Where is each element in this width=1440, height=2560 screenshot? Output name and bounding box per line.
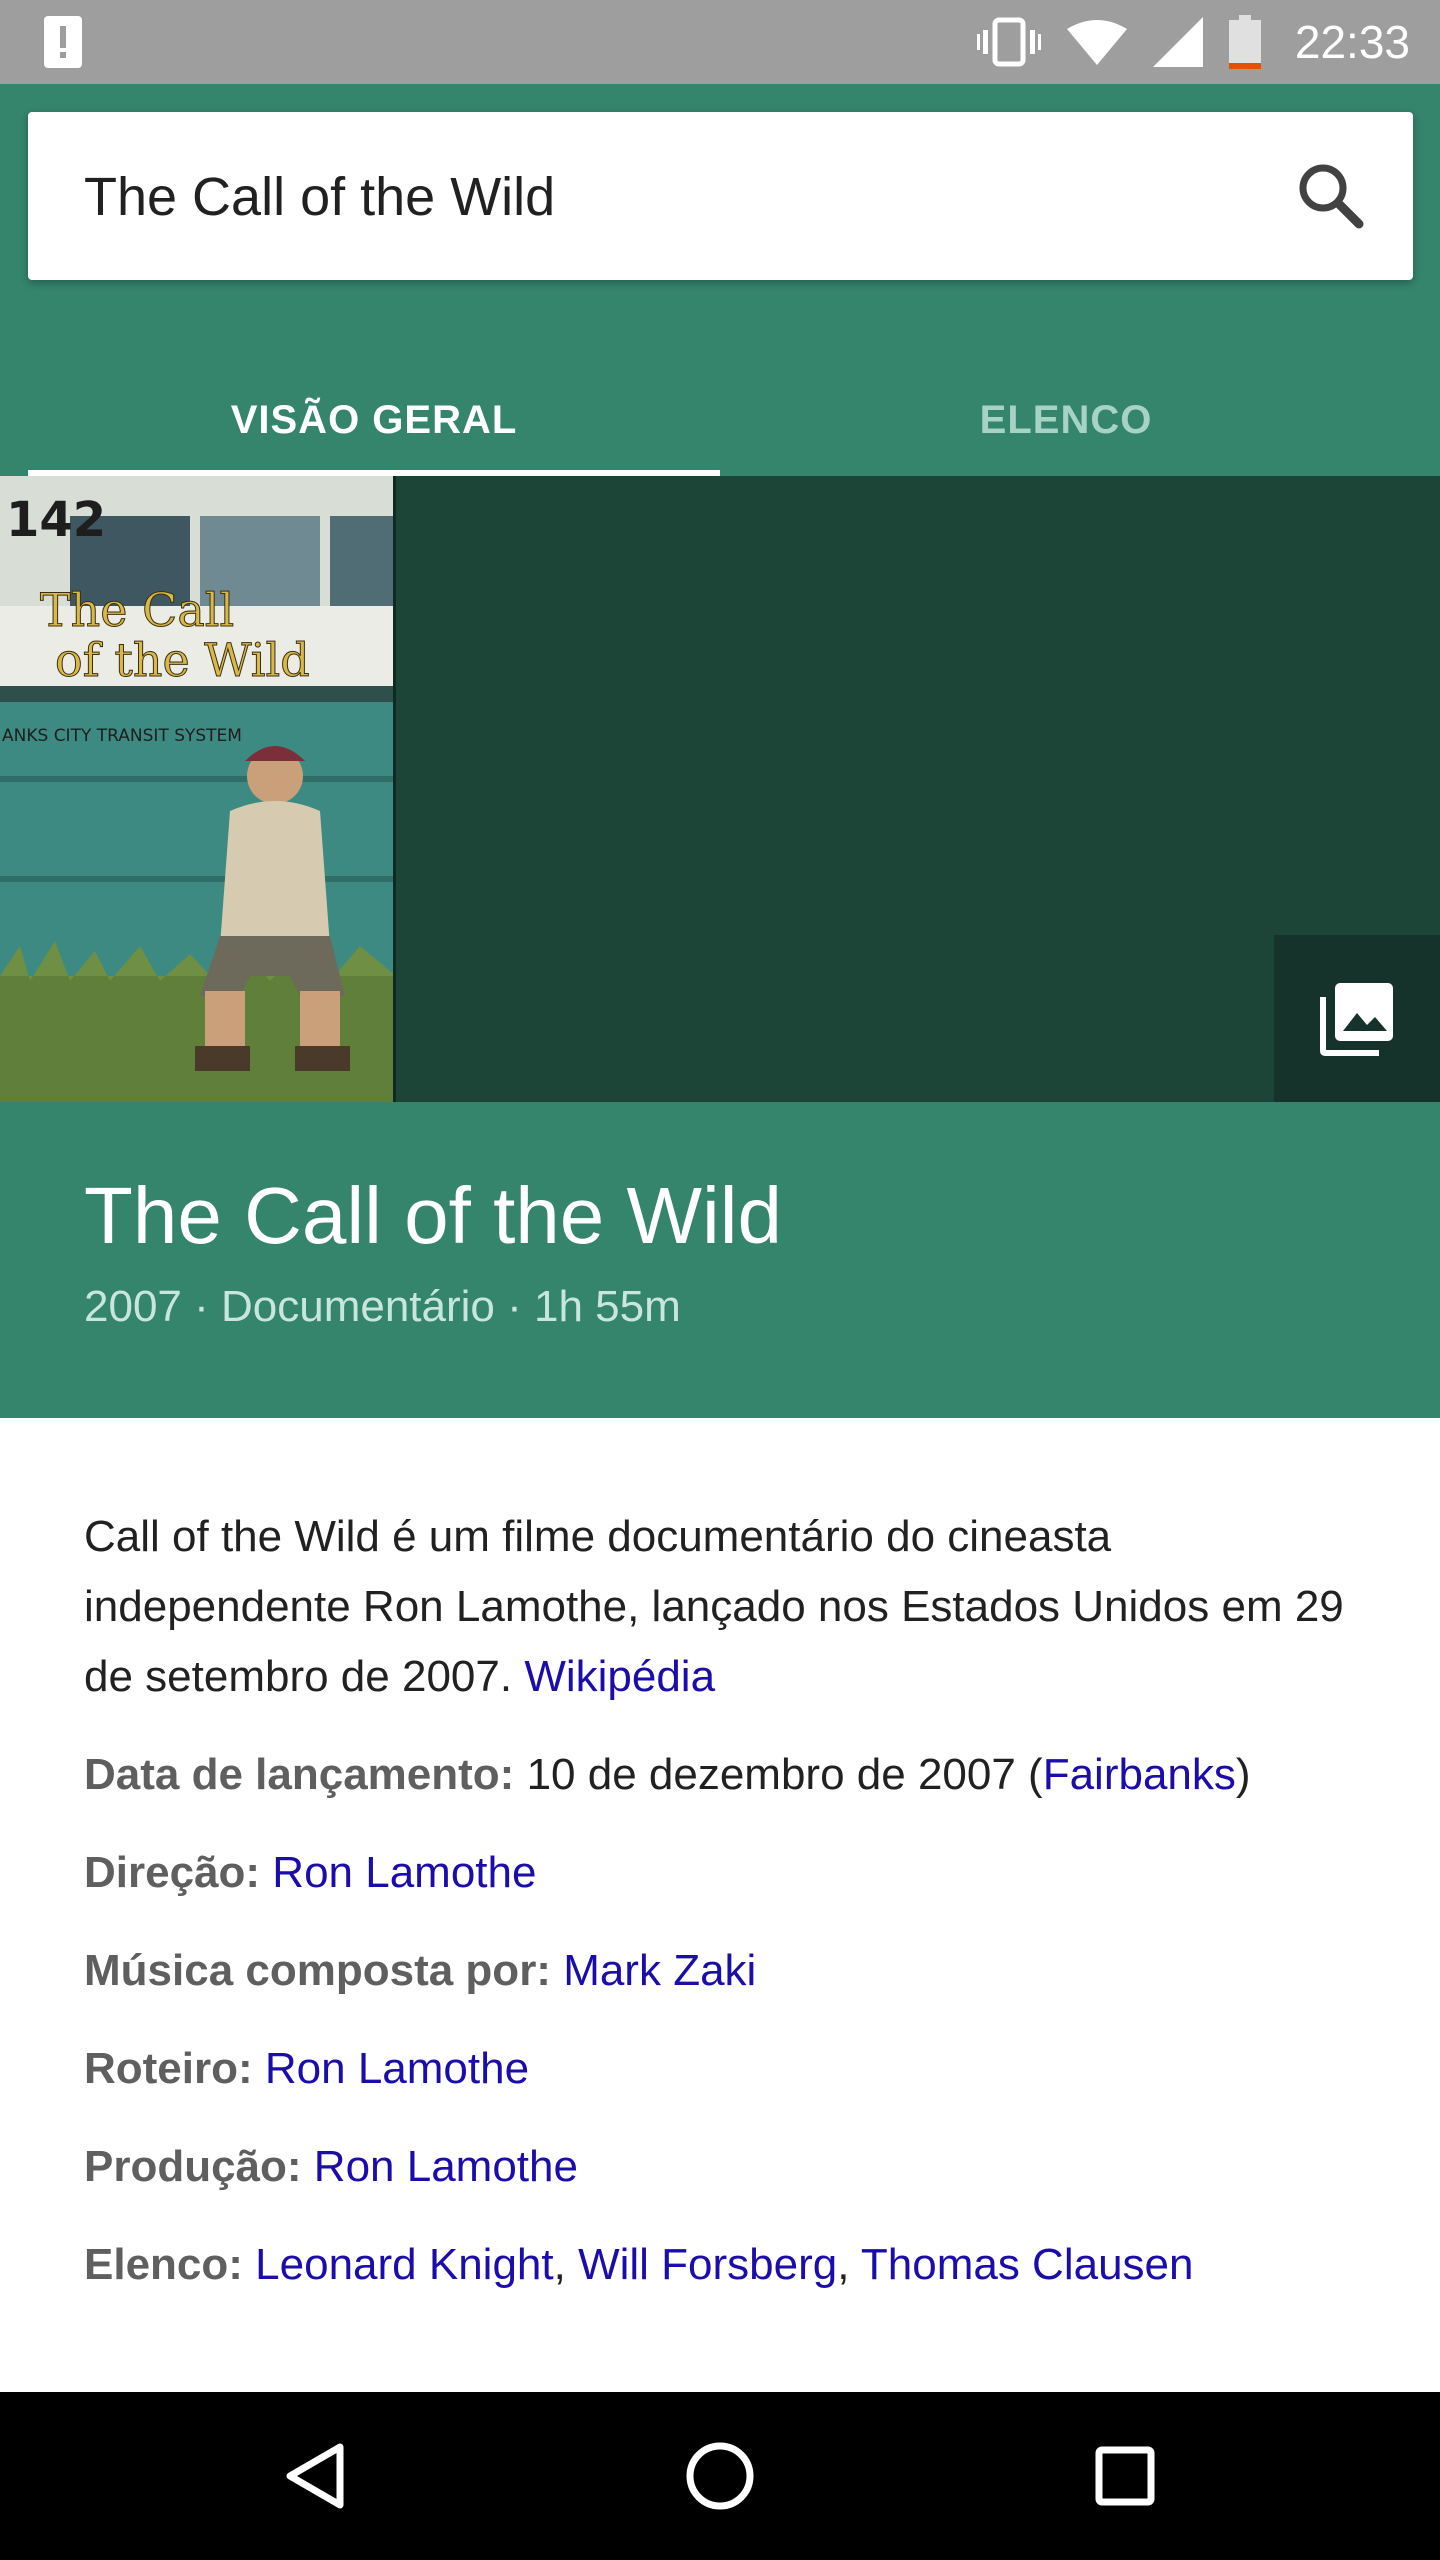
release-label: Data de lançamento:	[84, 1750, 527, 1799]
movie-meta: 2007 · Documentário · 1h 55m	[84, 1282, 681, 1331]
title-band: The Call of the Wild 2007 · Documentário…	[0, 1102, 1440, 1418]
screenplay-label: Roteiro:	[84, 2044, 265, 2093]
recents-button[interactable]	[1075, 2426, 1175, 2526]
movie-poster[interactable]: 142 The Call of the Wild ANKS CITY TRANS…	[0, 476, 396, 1102]
back-button[interactable]	[265, 2426, 365, 2526]
status-icons: 22:33	[976, 0, 1410, 84]
cast-link-will-forsberg[interactable]: Will Forsberg	[578, 2240, 837, 2289]
cast-link-thomas-clausen[interactable]: Thomas Clausen	[861, 2240, 1194, 2289]
production-row: Produção: Ron Lamothe	[84, 2132, 1374, 2202]
home-icon	[686, 2442, 754, 2510]
cast-row: Elenco: Leonard Knight, Will Forsberg, T…	[84, 2230, 1374, 2300]
director-label: Direção:	[84, 1848, 273, 1897]
fairbanks-link[interactable]: Fairbanks	[1043, 1750, 1236, 1799]
vibrate-icon	[976, 17, 1041, 67]
recents-icon	[1095, 2446, 1155, 2506]
movie-summary: Call of the Wild é um filme documentário…	[84, 1502, 1374, 1712]
movie-details: Call of the Wild é um filme documentário…	[84, 1502, 1374, 2300]
poster-bus-text: ANKS CITY TRANSIT SYSTEM	[2, 726, 242, 746]
cast-label: Elenco:	[84, 2240, 256, 2289]
tab-cast[interactable]: ELENCO	[720, 364, 1412, 476]
header: The Call of the Wild VISÃO GERAL ELENCO	[0, 84, 1440, 476]
tab-overview[interactable]: VISÃO GERAL	[28, 364, 720, 476]
signal-icon	[1152, 17, 1203, 67]
wikipedia-link[interactable]: Wikipédia	[524, 1652, 715, 1701]
cast-separator: ,	[837, 2240, 861, 2289]
search-input[interactable]: The Call of the Wild	[84, 166, 555, 228]
director-link[interactable]: Ron Lamothe	[272, 1848, 536, 1897]
poster-image: 142 The Call of the Wild ANKS CITY TRANS…	[0, 476, 393, 1102]
back-icon	[286, 2443, 344, 2509]
poster-title-line2: of the Wild	[55, 633, 310, 687]
movie-title: The Call of the Wild	[84, 1171, 783, 1260]
alert-icon	[44, 16, 82, 68]
music-link[interactable]: Mark Zaki	[563, 1946, 756, 1995]
screenplay-row: Roteiro: Ron Lamothe	[84, 2034, 1374, 2104]
status-time: 22:33	[1294, 16, 1410, 68]
search-box[interactable]: The Call of the Wild	[28, 112, 1413, 280]
release-value: 10 de dezembro de 2007 (	[526, 1750, 1043, 1799]
music-label: Música composta por:	[84, 1946, 564, 1995]
home-button[interactable]	[670, 2426, 770, 2526]
screen: 22:33 The Call of the Wild VISÃO GERAL E…	[0, 0, 1440, 2560]
status-bar: 22:33	[0, 0, 1440, 84]
director-row: Direção: Ron Lamothe	[84, 1838, 1374, 1908]
poster-title-line1: The Call	[40, 583, 234, 637]
poster-bus-number: 142	[6, 492, 106, 548]
navigation-bar	[0, 2392, 1440, 2560]
wifi-icon	[1066, 20, 1127, 65]
hero-image-area: 142 The Call of the Wild ANKS CITY TRANS…	[0, 476, 1440, 1102]
music-row: Música composta por: Mark Zaki	[84, 1936, 1374, 2006]
photo-gallery-button[interactable]	[1274, 935, 1440, 1102]
release-suffix: )	[1235, 1750, 1251, 1799]
release-row: Data de lançamento: 10 de dezembro de 20…	[84, 1740, 1374, 1810]
battery-low-icon	[1228, 15, 1261, 69]
production-link[interactable]: Ron Lamothe	[314, 2142, 578, 2191]
production-label: Produção:	[84, 2142, 314, 2191]
screenplay-link[interactable]: Ron Lamothe	[265, 2044, 529, 2093]
photo-library-icon	[1320, 982, 1393, 1056]
search-icon[interactable]	[1295, 160, 1367, 232]
cast-separator: ,	[553, 2240, 579, 2289]
tab-bar: VISÃO GERAL ELENCO	[28, 364, 1413, 476]
cast-link-leonard-knight[interactable]: Leonard Knight	[255, 2240, 553, 2289]
